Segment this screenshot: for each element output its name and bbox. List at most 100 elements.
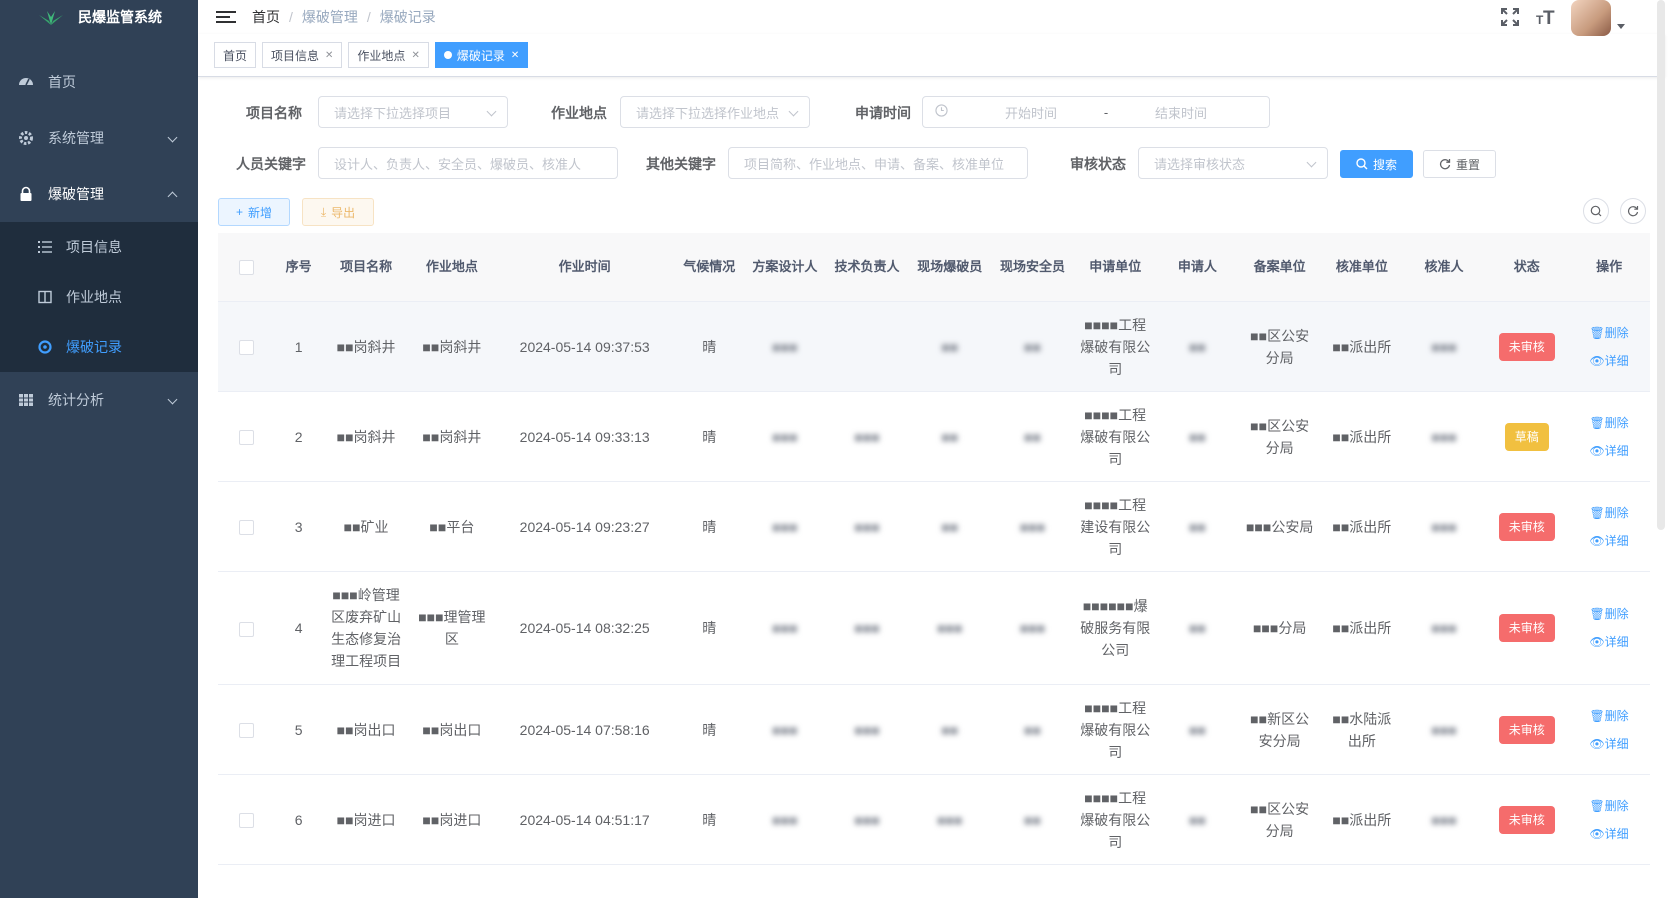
cell-time: 2024-05-14 09:33:13 [494,391,675,482]
cell-designer: ■■■ [744,571,826,685]
delete-button[interactable]: 🗑删除 [1574,499,1644,527]
status-badge: 未审核 [1498,332,1555,361]
column-header: 状态 [1485,233,1569,302]
other-keyword-input[interactable]: 项目简称、作业地点、申请、备案、核准单位 [728,147,1028,179]
toggle-search-button[interactable] [1583,198,1609,224]
cell-record: ■■■分局 [1238,571,1321,685]
cell-weather: 晴 [674,774,744,865]
breadcrumb-item[interactable]: 首页 [252,7,280,27]
sidebar-item-blast-record[interactable]: 爆破记录 [0,322,198,372]
cell-unit: ■■■■工程爆破有限公司 [1073,774,1157,865]
dashboard-icon [18,74,34,90]
reset-button[interactable]: 重置 [1423,150,1496,178]
table-row[interactable]: 1 ■■岗斜井 ■■岗斜井 2024-05-14 09:37:53 晴 ■■■ ■■ ■■ ■■… [218,301,1650,392]
sidebar-item-blasting[interactable]: 爆破管理 [0,166,198,222]
delete-button[interactable]: 🗑删除 [1574,600,1644,628]
tag-label: 项目信息 [271,48,320,63]
status-select[interactable]: 请选择审核状态 [1138,147,1328,179]
cell-blaster: ■■ [908,684,992,775]
detail-button[interactable]: 👁详细 [1574,820,1644,848]
tags-view: 首页 项目信息 ✕ 作业地点 ✕ 爆破记录 ✕ [198,34,1665,77]
end-time-input[interactable]: 结束时间 [1126,103,1236,122]
row-checkbox[interactable] [238,520,254,536]
detail-button[interactable]: 👁详细 [1574,628,1644,656]
add-button[interactable]: + 新增 [218,198,290,226]
detail-button[interactable]: 👁详细 [1574,347,1644,375]
tag-work-site[interactable]: 作业地点 ✕ [348,42,429,68]
hamburger-icon[interactable] [216,7,236,27]
row-checkbox[interactable] [238,813,254,829]
date-range-picker[interactable]: 开始时间 - 结束时间 [922,96,1270,128]
sidebar: 民爆监管系统 首页 系统管理 爆破管理 项目信息 作业地点 爆破记录 统计分析 [0,0,198,898]
close-icon[interactable]: ✕ [411,50,419,61]
cell-blaster: ■■ [908,391,992,482]
avatar[interactable] [1571,0,1611,36]
cell-tech: ■■■ [825,684,909,775]
sidebar-item-work-site[interactable]: 作业地点 [0,272,198,322]
tag-home[interactable]: 首页 [214,42,257,68]
cell-unit: ■■■■工程爆破有限公司 [1073,684,1157,775]
table-row[interactable]: 2 ■■岗斜井 ■■岗斜井 2024-05-14 09:33:13 晴 ■■■ ■■■ ■■ ■… [218,391,1650,482]
cell-no: 3 [274,481,324,572]
sidebar-item-home[interactable]: 首页 [0,54,198,110]
column-header: 作业地点 [408,233,495,302]
detail-button[interactable]: 👁详细 [1574,437,1644,465]
cell-unit: ■■■■工程建设有限公司 [1073,481,1157,572]
select-all-checkbox[interactable] [238,260,254,276]
column-header: 现场安全员 [991,233,1074,302]
export-button[interactable]: ⤓ 导出 [302,198,374,226]
detail-button[interactable]: 👁详细 [1574,527,1644,555]
font-size-icon[interactable]: TT [1535,6,1557,28]
cell-safety: ■■■ [991,481,1074,572]
sidebar-item-statistics[interactable]: 统计分析 [0,372,198,428]
columns-icon [38,290,52,304]
cell-project: ■■岗出口 [323,684,409,775]
app-title: 民爆监管系统 [78,9,162,25]
cell-time: 2024-05-14 09:23:27 [494,481,675,572]
cell-blaster: ■■■ [908,571,992,685]
cell-time: 2024-05-14 09:37:53 [494,301,675,392]
clock-icon [935,104,948,120]
refresh-table-button[interactable] [1620,198,1646,224]
breadcrumb-item[interactable]: 爆破管理 [302,7,358,27]
delete-button[interactable]: 🗑删除 [1574,319,1644,347]
sidebar-item-system[interactable]: 系统管理 [0,110,198,166]
trash-icon: 🗑 [1589,708,1605,723]
table-row[interactable]: 5 ■■岗出口 ■■岗出口 2024-05-14 07:58:16 晴 ■■■ ■■■ ■■ ■… [218,684,1650,775]
row-checkbox[interactable] [238,621,254,637]
table-header-row: 序号 项目名称 作业地点 作业时间 气候情况 方案设计人 技术负责人 现场爆破员… [218,233,1650,302]
table-row[interactable]: 3 ■■矿业 ■■平台 2024-05-14 09:23:27 晴 ■■■ ■■■ ■■ ■■■… [218,481,1650,572]
app-logo[interactable]: 民爆监管系统 [0,0,198,34]
delete-button[interactable]: 🗑删除 [1574,702,1644,730]
cell-safety: ■■ [991,391,1074,482]
cell-safety: ■■■ [991,571,1074,685]
row-checkbox[interactable] [238,723,254,739]
row-checkbox[interactable] [238,340,254,356]
cell-no: 1 [274,301,324,392]
delete-button[interactable]: 🗑删除 [1574,792,1644,820]
table-row[interactable]: 4 ■■■岭管理区废弃矿山生态修复治理工程项目 ■■■理管理区 2024-05-14 … [218,571,1650,685]
sidebar-item-project-info[interactable]: 项目信息 [0,222,198,272]
site-select[interactable]: 请选择下拉选择作业地点 [620,96,810,128]
detail-button[interactable]: 👁详细 [1574,730,1644,758]
cell-weather: 晴 [674,301,744,392]
page-scrollbar[interactable] [1657,0,1665,530]
tag-project-info[interactable]: 项目信息 ✕ [262,42,343,68]
chevron-up-icon [167,191,178,202]
cell-blaster: ■■ [908,301,992,392]
trash-icon: 🗑 [1589,607,1605,621]
start-time-input[interactable]: 开始时间 [976,103,1086,122]
close-icon[interactable]: ✕ [325,50,333,61]
close-icon[interactable]: ✕ [511,50,519,61]
cell-blaster: ■■ [908,481,992,572]
project-select[interactable]: 请选择下拉选择项目 [318,96,508,128]
row-checkbox[interactable] [238,430,254,446]
table-row[interactable]: 6 ■■岗进口 ■■岗进口 2024-05-14 04:51:17 晴 ■■■ ■■■ ■■■… [218,774,1650,865]
search-button[interactable]: 搜索 [1340,150,1413,178]
caret-down-icon[interactable] [1617,23,1625,29]
fullscreen-icon[interactable] [1499,6,1521,28]
cell-approve: ■■派出所 [1321,481,1403,572]
tag-blast-record[interactable]: 爆破记录 ✕ [434,42,529,68]
person-keyword-input[interactable]: 设计人、负责人、安全员、爆破员、核准人 [318,147,618,179]
delete-button[interactable]: 🗑删除 [1574,409,1644,437]
